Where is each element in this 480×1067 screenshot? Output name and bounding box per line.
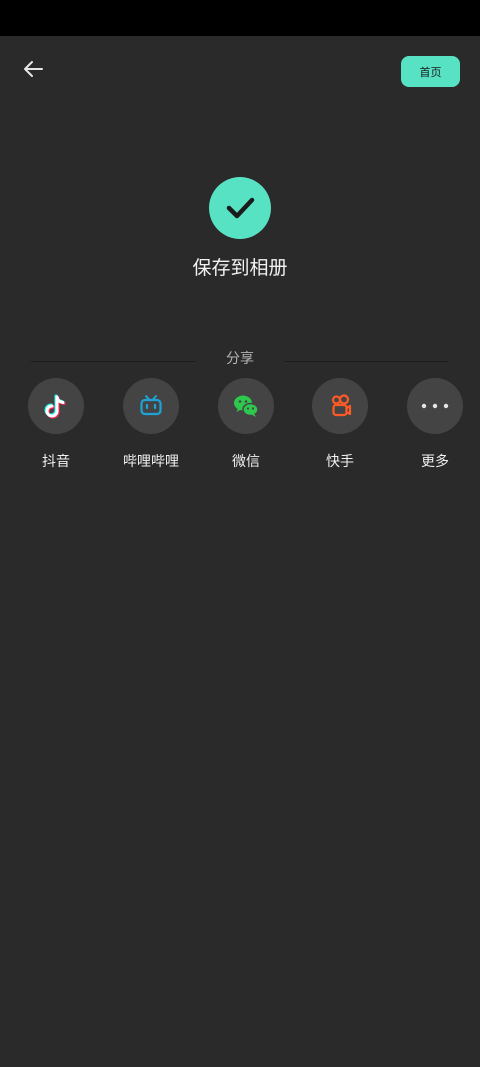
share-result-screen: 首页 保存到相册 分享 抖音 哔哩哔哩 微信 快手 更多	[0, 36, 480, 1067]
kuaishou-button[interactable]	[312, 378, 368, 434]
douyin-button[interactable]	[28, 378, 84, 434]
share-item-label: 微信	[232, 454, 260, 470]
share-item-label: 哔哩哔哩	[123, 454, 179, 470]
share-item-label: 更多	[421, 454, 449, 470]
share-item-more[interactable]: 更多	[395, 378, 475, 471]
kuaishou-icon	[331, 394, 352, 417]
share-item-label: 快手	[326, 454, 354, 470]
share-item-label: 抖音	[42, 454, 70, 470]
wechat-button[interactable]	[218, 378, 274, 434]
wechat-icon	[234, 395, 259, 417]
home-button-label: 首页	[419, 65, 442, 79]
bilibili-icon	[140, 395, 162, 416]
more-icon	[421, 403, 449, 409]
share-item-kuaishou[interactable]: 快手	[300, 378, 380, 471]
save-status-title: 保存到相册	[192, 257, 288, 279]
arrow-left-icon	[24, 61, 43, 77]
share-divider-right	[285, 361, 448, 362]
share-item-wechat[interactable]: 微信	[206, 378, 286, 471]
status-bar	[0, 0, 480, 36]
home-button[interactable]: 首页	[401, 56, 460, 87]
bilibili-button[interactable]	[123, 378, 179, 434]
share-item-douyin[interactable]: 抖音	[16, 378, 96, 471]
more-button[interactable]	[407, 378, 463, 434]
check-icon	[226, 197, 255, 219]
success-badge	[209, 177, 271, 239]
douyin-icon	[44, 394, 66, 419]
back-button[interactable]	[18, 54, 48, 84]
share-item-bilibili[interactable]: 哔哩哔哩	[111, 378, 191, 471]
share-label: 分享	[226, 351, 254, 367]
